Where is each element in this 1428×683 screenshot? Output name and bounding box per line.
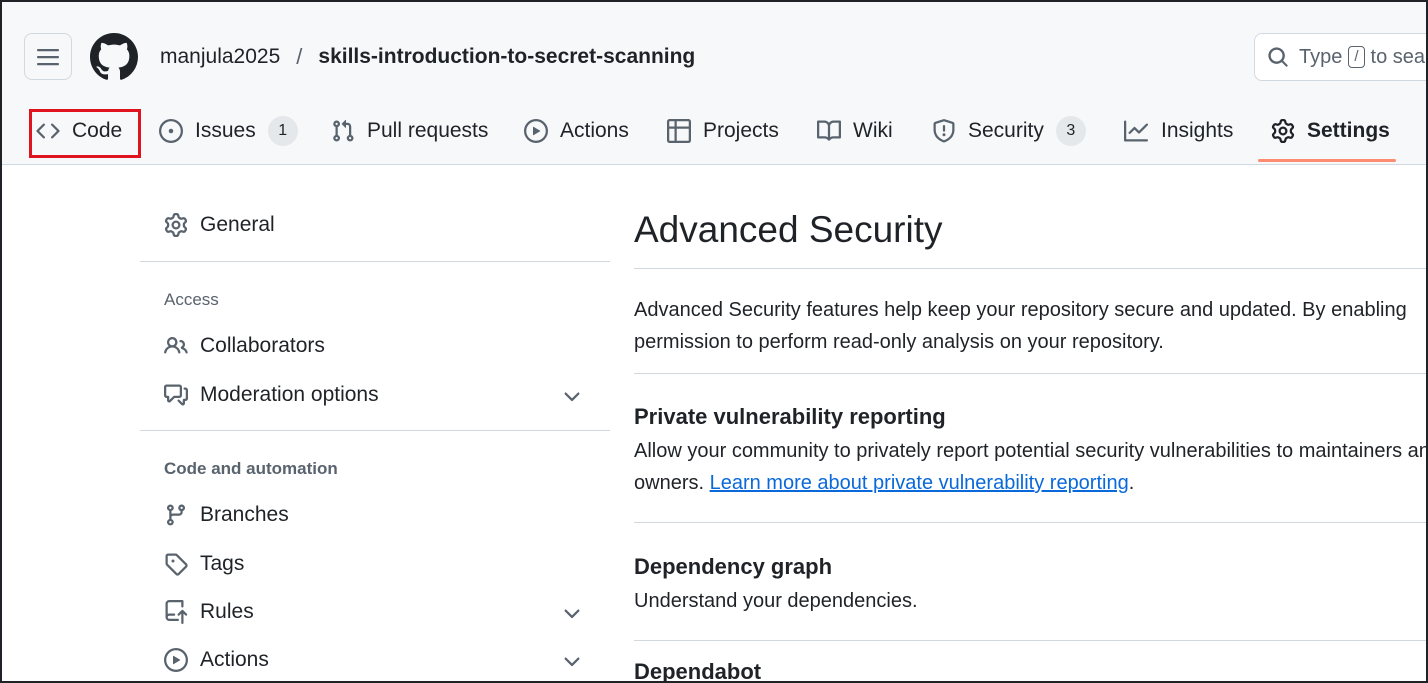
book-icon (817, 120, 841, 141)
repo-push-icon (165, 600, 188, 624)
pvr-desc-prefix: owners. (634, 472, 705, 494)
dependency-graph-title: Dependency graph (634, 554, 833, 579)
issue-opened-icon (159, 119, 183, 143)
section-divider (634, 640, 1426, 641)
pvr-desc-suffix: . (1128, 472, 1135, 494)
sidebar-item-branches[interactable]: Branches (164, 503, 584, 527)
breadcrumb: manjula2025 / skills-introduction-to-sec… (160, 44, 695, 70)
tab-actions-label: Actions (560, 119, 629, 142)
search-placeholder-suffix: to search (1370, 45, 1426, 68)
graph-icon (1124, 120, 1148, 142)
sidebar-item-moderation-label: Moderation options (200, 383, 379, 406)
menu-button[interactable] (24, 33, 72, 80)
tab-projects[interactable]: Projects (667, 102, 779, 160)
table-icon (667, 119, 691, 143)
section-divider (634, 268, 1426, 269)
search-placeholder-prefix: Type (1299, 45, 1343, 68)
tab-settings[interactable]: Settings (1271, 102, 1390, 160)
annotation-highlight-box (29, 109, 141, 158)
window-frame: manjula2025 / skills-introduction-to-sec… (0, 0, 1428, 683)
private-vulnerability-reporting-desc: Allow your community to privately report… (634, 435, 1428, 499)
sidebar-item-rules-label: Rules (200, 600, 254, 623)
section-divider (634, 522, 1426, 523)
tab-issues[interactable]: Issues 1 (159, 102, 298, 160)
security-count-badge: 3 (1055, 116, 1086, 146)
dependency-graph-desc: Understand your dependencies. (634, 590, 918, 612)
intro-text-line2: permission to perform read-only analysis… (634, 331, 1164, 353)
chevron-down-icon[interactable] (560, 385, 584, 409)
gear-icon (1271, 119, 1295, 143)
people-icon (164, 336, 188, 354)
learn-more-pvr-link[interactable]: Learn more about private vulnerability r… (710, 472, 1129, 494)
play-icon (524, 119, 548, 143)
hamburger-icon (37, 48, 59, 65)
sidebar-divider (140, 430, 610, 431)
tab-issues-label: Issues (195, 119, 256, 142)
tab-wiki-label: Wiki (853, 119, 893, 142)
chevron-down-icon[interactable] (560, 602, 584, 626)
selected-tab-underline (1258, 159, 1396, 162)
sidebar-heading-code-automation: Code and automation (164, 459, 338, 478)
tab-projects-label: Projects (703, 119, 779, 142)
issues-count-badge: 1 (267, 116, 298, 146)
git-pull-request-icon (333, 119, 354, 142)
sidebar-item-moderation[interactable]: Moderation options (164, 383, 584, 407)
sidebar-item-collaborators-label: Collaborators (200, 334, 325, 357)
sidebar-divider (140, 261, 610, 262)
section-divider (634, 373, 1426, 374)
dependabot-title: Dependabot (634, 659, 762, 683)
search-placeholder: Type / to search (1299, 45, 1426, 69)
tab-security-label: Security (968, 119, 1044, 142)
tab-actions[interactable]: Actions (524, 102, 629, 160)
sidebar-item-branches-label: Branches (200, 503, 289, 526)
git-branch-icon (166, 504, 185, 526)
sidebar-item-tags[interactable]: Tags (164, 552, 584, 576)
intro-text-line1: Advanced Security features help keep you… (634, 299, 1407, 321)
tab-insights-label: Insights (1161, 119, 1234, 142)
repo-header: manjula2025 / skills-introduction-to-sec… (2, 2, 1426, 165)
sidebar-item-collaborators[interactable]: Collaborators (164, 334, 584, 358)
sidebar-item-general[interactable]: General (164, 213, 584, 237)
chevron-down-icon[interactable] (560, 650, 584, 674)
search-icon (1268, 47, 1288, 67)
sidebar-item-rules[interactable]: Rules (164, 600, 584, 624)
sidebar-item-actions[interactable]: Actions (164, 648, 584, 672)
tab-insights[interactable]: Insights (1123, 102, 1233, 160)
tag-icon (165, 553, 188, 576)
play-icon (164, 648, 188, 672)
breadcrumb-owner-link[interactable]: manjula2025 (160, 45, 280, 69)
tab-security[interactable]: Security 3 (932, 102, 1086, 160)
sidebar-item-tags-label: Tags (200, 552, 245, 575)
github-logo-icon[interactable] (90, 33, 138, 81)
search-input[interactable]: Type / to search (1254, 33, 1426, 81)
tab-wiki[interactable]: Wiki (817, 102, 893, 160)
search-shortcut-key: / (1348, 46, 1365, 68)
private-vulnerability-reporting-title: Private vulnerability reporting (634, 404, 946, 429)
gear-icon (164, 213, 188, 237)
tab-pull-requests-label: Pull requests (367, 119, 489, 142)
intro-text: Advanced Security features help keep you… (634, 294, 1426, 358)
breadcrumb-repo-link[interactable]: skills-introduction-to-secret-scanning (318, 45, 695, 69)
shield-icon (933, 119, 955, 143)
report-icon (164, 384, 188, 406)
pvr-desc-line1: Allow your community to privately report… (634, 440, 1428, 462)
page-title: Advanced Security (634, 209, 943, 250)
tab-pull-requests[interactable]: Pull requests (331, 102, 488, 160)
sidebar-item-actions-label: Actions (200, 648, 269, 671)
repo-nav-tabs: Code Issues 1 Pull requests Actions Proj… (2, 102, 1426, 165)
breadcrumb-separator: / (296, 44, 303, 69)
tab-settings-label: Settings (1307, 119, 1390, 142)
sidebar-item-general-label: General (200, 213, 275, 236)
sidebar-heading-access: Access (164, 290, 219, 309)
